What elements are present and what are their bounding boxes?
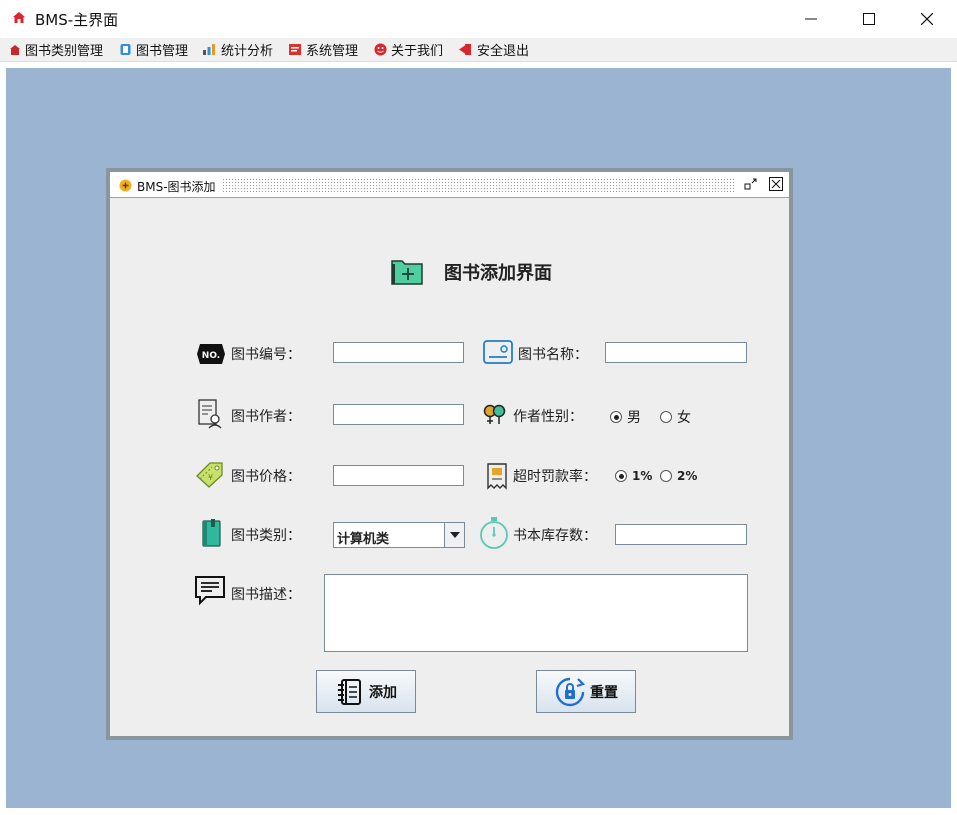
notebook-icon — [338, 678, 361, 705]
gender-female-radio[interactable]: 女 — [660, 407, 691, 427]
radio-dot — [660, 470, 672, 482]
add-circle-icon — [119, 179, 132, 192]
exit-icon — [459, 44, 471, 55]
close-icon — [921, 13, 933, 25]
category-select[interactable]: 计算机类 — [333, 522, 465, 548]
book-name-input[interactable] — [605, 342, 747, 363]
radio-dot — [615, 470, 627, 482]
chevron-down-icon — [449, 532, 460, 538]
frame-title: BMS-图书添加 — [137, 180, 216, 194]
folder-add-icon — [391, 260, 423, 285]
book-icon — [120, 44, 131, 55]
minimize-button[interactable] — [782, 0, 840, 38]
menu-about[interactable]: 关于我们 — [374, 38, 443, 61]
close-button[interactable] — [898, 0, 956, 38]
gender-male-radio[interactable]: 男 — [610, 407, 641, 427]
book-add-frame: BMS-图书添加 图书添加界面 NO. 图书编号： 图书名称： 图书作者： 作者… — [106, 168, 793, 740]
id-card-icon — [483, 340, 513, 364]
add-button[interactable]: 添加 — [316, 670, 416, 713]
category-label: 图书类别： — [231, 528, 301, 544]
page-heading: 图书添加界面 — [390, 258, 552, 286]
menu-system[interactable]: 系统管理 — [288, 38, 358, 61]
category-selected-value: 计算机类 — [337, 532, 390, 547]
window-titlebar: BMS-主界面 — [0, 0, 957, 38]
menu-bar: 图书类别管理 图书管理 统计分析 系统管理 关于我们 安全退出 — [0, 38, 957, 62]
comment-icon — [195, 576, 225, 606]
book-no-input[interactable] — [333, 342, 464, 363]
stock-label: 书本库存数： — [513, 528, 597, 544]
dropdown-arrow[interactable] — [444, 523, 464, 547]
frame-close-icon[interactable] — [769, 177, 783, 191]
maximize-button[interactable] — [840, 0, 898, 38]
receipt-icon — [487, 463, 507, 490]
radio-dot — [660, 411, 672, 423]
minimize-icon — [805, 18, 817, 20]
fine-rate-label: 超时罚款率： — [513, 469, 597, 485]
stopwatch-icon — [480, 517, 508, 549]
reset-button[interactable]: 重置 — [536, 670, 636, 713]
book-name-label: 图书名称： — [518, 347, 588, 363]
lock-refresh-icon — [555, 677, 586, 706]
title-pattern — [222, 178, 736, 192]
home-icon — [13, 12, 25, 23]
radio-dot — [610, 411, 622, 423]
price-tag-icon: ¥ — [196, 462, 223, 488]
menu-book-category[interactable]: 图书类别管理 — [9, 38, 103, 61]
description-label: 图书描述： — [231, 587, 301, 603]
author-input[interactable] — [333, 404, 464, 425]
price-label: 图书价格： — [231, 469, 301, 485]
iconify-icon[interactable] — [744, 177, 758, 191]
author-icon — [198, 399, 222, 429]
heading-text: 图书添加界面 — [444, 263, 552, 284]
number-icon: NO. — [197, 344, 225, 364]
category-book-icon — [202, 519, 221, 547]
menu-exit[interactable]: 安全退出 — [458, 38, 529, 61]
author-label: 图书作者： — [231, 409, 301, 425]
frame-titlebar[interactable]: BMS-图书添加 — [110, 172, 789, 198]
svg-text:¥: ¥ — [208, 473, 213, 482]
maximize-icon — [863, 13, 875, 25]
smile-icon — [374, 43, 387, 56]
description-textarea[interactable] — [324, 574, 748, 652]
book-no-label: 图书编号： — [231, 347, 301, 363]
fine-rate-2-radio[interactable]: 2% — [660, 469, 697, 483]
gender-label: 作者性别： — [513, 409, 583, 425]
house-icon — [10, 44, 20, 55]
stock-input[interactable] — [615, 524, 747, 545]
window-title: BMS-主界面 — [35, 11, 119, 29]
gender-icon — [483, 404, 506, 424]
chart-icon — [203, 44, 215, 55]
svg-text:NO.: NO. — [202, 351, 220, 361]
price-input[interactable] — [333, 465, 464, 486]
fine-rate-1-radio[interactable]: 1% — [615, 469, 652, 483]
menu-book[interactable]: 图书管理 — [119, 38, 188, 61]
settings-icon — [289, 44, 301, 55]
menu-stats[interactable]: 统计分析 — [202, 38, 273, 61]
